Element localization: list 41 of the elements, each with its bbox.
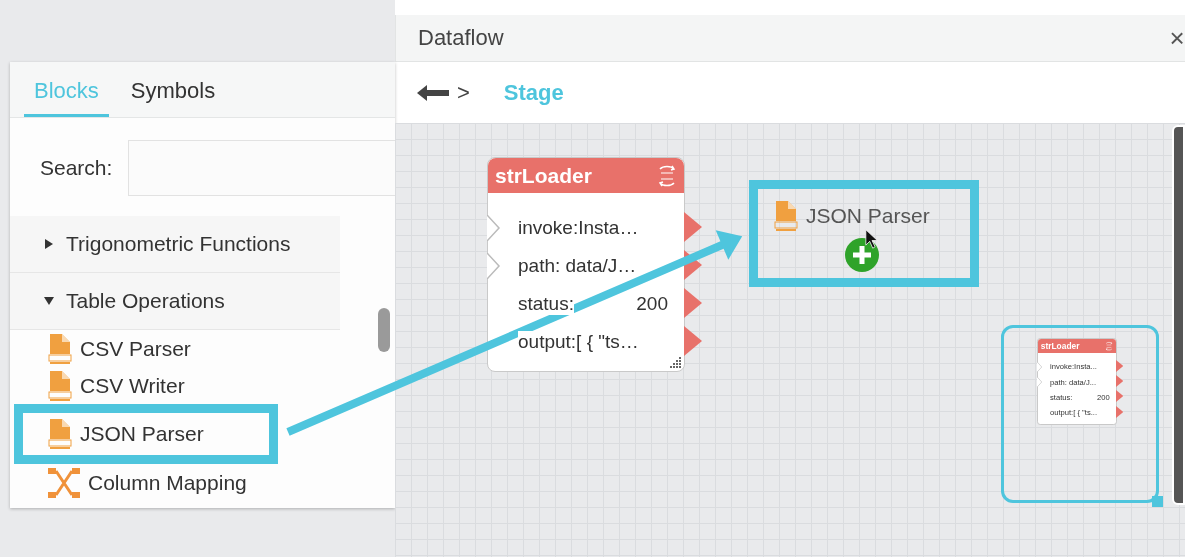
refresh-icon [1105,340,1114,352]
breadcrumb-separator: > [457,79,470,106]
close-button[interactable]: × [1169,22,1185,54]
node-title: strLoader [495,163,592,188]
block-label: JSON Parser [80,422,204,446]
category-row[interactable]: Trigonometric Functions [10,216,340,273]
window-title: Dataflow [418,25,504,51]
back-arrow-icon[interactable] [417,84,449,101]
input-port-icon[interactable] [1037,361,1043,373]
document-icon [48,370,72,401]
node-title: strLoader [1040,341,1080,351]
mapping-icon [48,467,80,498]
caret-right-icon[interactable] [44,239,54,249]
port-label: output:[ { "ts… [518,331,639,353]
block-label: CSV Writer [80,373,185,398]
input-port-icon[interactable] [487,215,501,241]
block-label: CSV Parser [80,336,191,361]
document-icon [774,201,798,231]
input-port-icon[interactable] [1037,377,1043,388]
document-icon [48,333,72,364]
document-icon [48,419,72,449]
drag-preview-label: JSON Parser [806,204,930,228]
category-row[interactable]: Table Operations [10,273,340,330]
block-node[interactable]: strLoader invoke:Insta… path: data/J… status: 200 output:[ { "ts… [487,157,685,372]
block-item[interactable]: CSV Parser [10,330,395,367]
scrollbar-thumb[interactable] [378,308,390,352]
search-label: Search: [40,156,113,180]
block-item[interactable]: CSV Writer [10,367,395,404]
cursor-icon [865,229,879,249]
scrollbar[interactable] [1172,125,1185,505]
input-port-icon[interactable] [487,253,501,279]
search-field[interactable] [128,140,395,196]
category-label: Table Operations [66,289,225,313]
caret-down-icon[interactable] [44,296,54,306]
resize-handle-icon[interactable] [670,357,682,369]
panel-tab[interactable]: Symbols [120,62,226,117]
category-label: Trigonometric Functions [66,232,291,256]
block-item[interactable]: Column Mapping [10,464,395,501]
resize-handle[interactable] [1152,496,1163,507]
block-label: Column Mapping [88,470,247,495]
block-item[interactable]: JSON Parser [14,404,278,464]
